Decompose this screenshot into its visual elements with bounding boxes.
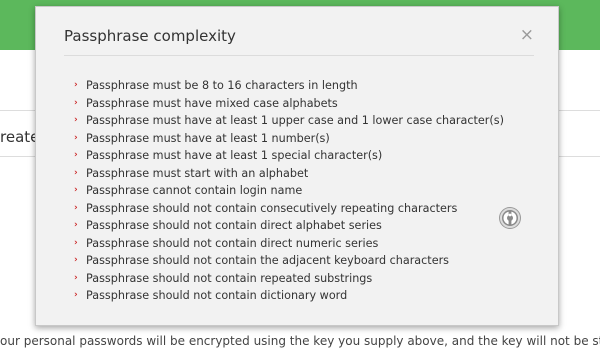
rule-item: › Passphrase should not contain repeated … [74,270,504,288]
passphrase-complexity-modal: Passphrase complexity × › Passphrase must… [35,6,559,326]
rule-item: › Passphrase must have at least 1 special… [74,147,504,165]
bullet-chevron-icon: › [74,237,78,248]
rule-item: › Passphrase should not contain dictionar… [74,287,504,305]
bullet-chevron-icon: › [74,255,78,265]
background-footer-text: our personal passwords will be encrypted… [0,334,600,348]
rule-text: Passphrase should not contain consecutiv… [86,201,458,215]
rule-item: › Passphrase should not contain consecuti… [74,200,504,218]
rule-text: Passphrase should not contain dictionary… [86,289,348,302]
background-heading: reate [0,128,40,146]
rule-item: › Passphrase should not contain direct nu… [74,235,504,253]
bullet-chevron-icon: › [74,290,78,300]
bullet-chevron-icon: › [74,150,78,160]
rule-text: Passphrase cannot contain login name [86,184,303,197]
rule-text: Passphrase must start with an alphabet [86,166,309,180]
modal-title: Passphrase complexity [64,27,236,45]
rule-item: › Passphrase must be 8 to 16 characters i… [74,77,504,95]
close-button[interactable]: × [520,25,534,45]
rule-item: › Passphrase must have mixed case alphabe… [74,95,504,113]
rule-text: Passphrase should not contain the adjace… [86,254,450,267]
bullet-chevron-icon: › [74,167,78,178]
bullet-chevron-icon: › [74,272,78,283]
modal-header: Passphrase complexity × [64,25,534,56]
rules-list: › Passphrase must be 8 to 16 characters i… [74,77,504,305]
rule-text: Passphrase should not contain repeated s… [86,271,373,285]
rule-text: Passphrase must have at least 1 upper ca… [86,114,504,127]
rule-text: Passphrase must have at least 1 special … [86,149,383,162]
rule-text: Passphrase must have at least 1 number(s… [86,131,330,145]
bullet-chevron-icon: › [74,202,78,213]
rule-item: › Passphrase must start with an alphabet [74,165,504,183]
rule-text: Passphrase should not contain direct num… [86,236,379,250]
rule-item: › Passphrase should not contain the adjac… [74,252,504,270]
rule-item: › Passphrase must have at least 1 number(… [74,130,504,148]
bullet-chevron-icon: › [74,115,78,125]
rule-item: › Passphrase should not contain direct al… [74,217,504,235]
bullet-chevron-icon: › [74,97,78,108]
rule-text: Passphrase should not contain direct alp… [86,219,382,232]
rule-item: › Passphrase cannot contain login name [74,182,504,200]
rule-item: › Passphrase must have at least 1 upper c… [74,112,504,130]
bullet-chevron-icon: › [74,185,78,195]
help-lifebuoy-icon[interactable] [500,208,520,228]
bullet-chevron-icon: › [74,80,78,90]
rule-text: Passphrase must have mixed case alphabet… [86,96,338,110]
bullet-chevron-icon: › [74,220,78,230]
bullet-chevron-icon: › [74,132,78,143]
rule-text: Passphrase must be 8 to 16 characters in… [86,79,358,92]
